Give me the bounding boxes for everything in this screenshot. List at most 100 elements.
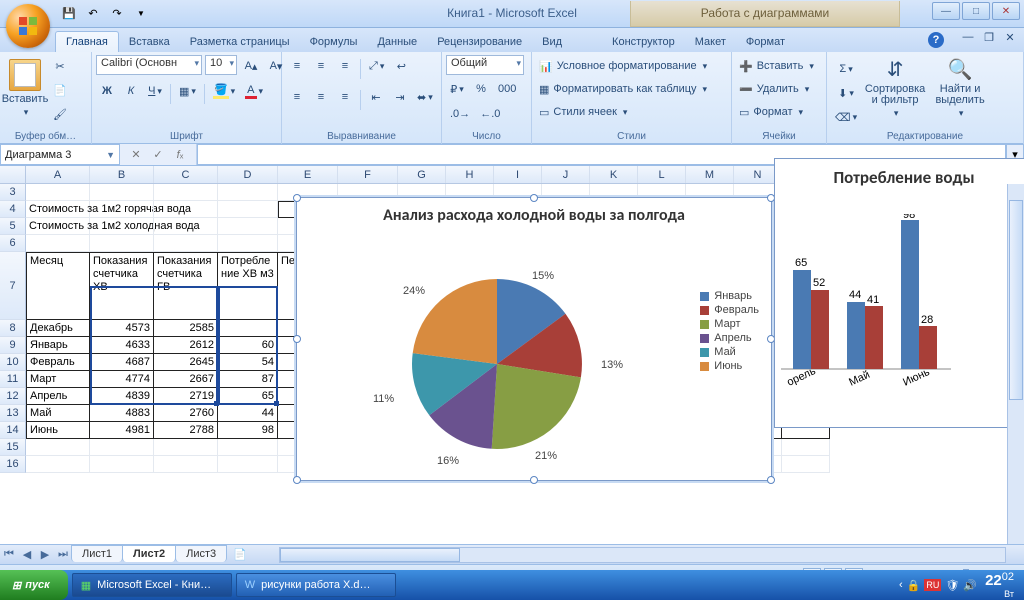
cell[interactable] [218,235,278,252]
cell[interactable]: 60 [218,337,278,354]
delete-cells-button[interactable]: ➖Удалить▾ [736,78,812,100]
cell[interactable]: Стоимость за 1м2 холодная вода [26,218,90,235]
column-header[interactable]: H [446,166,494,183]
mdi-restore-icon[interactable]: ❐ [981,31,997,47]
border-button[interactable]: ▦▾ [175,80,200,102]
cell[interactable]: 65 [218,388,278,405]
cell[interactable]: 4687 [90,354,154,371]
row-header[interactable]: 5 [0,218,26,235]
save-icon[interactable]: 💾 [58,3,80,25]
row-header[interactable]: 14 [0,422,26,439]
cell[interactable] [154,456,218,473]
sheet-nav-next-icon[interactable]: ▶ [36,548,54,561]
system-tray[interactable]: ‹ 🔒 RU 🛡 🔊 2202Вт [893,571,1024,600]
minimize-button[interactable]: — [932,2,960,20]
number-format-select[interactable]: Общий [446,55,524,75]
column-header[interactable]: L [638,166,686,183]
align-top-button[interactable]: ≡ [286,55,308,77]
decrease-decimal-button[interactable]: ←.0 [476,103,504,125]
qat-customize-icon[interactable]: ▼ [130,3,152,25]
cell[interactable]: 4573 [90,320,154,337]
cell[interactable] [90,439,154,456]
vertical-scrollbar[interactable] [1007,184,1024,544]
tab-page-layout[interactable]: Разметка страницы [180,32,300,52]
merge-button[interactable]: ⬌▾ [413,86,437,108]
tab-chart-format[interactable]: Формат [736,32,795,52]
cell[interactable]: 54 [218,354,278,371]
column-header[interactable]: C [154,166,218,183]
bar-chart-plot[interactable]: 65 52 44 41 98 28 орель Май Июнь [781,214,961,394]
find-select-button[interactable]: 🔍 Найти и выделить▾ [929,55,991,121]
cell[interactable]: 2788 [154,422,218,439]
row-header[interactable]: 8 [0,320,26,337]
tab-view[interactable]: Вид [532,32,572,52]
tab-chart-design[interactable]: Конструктор [602,32,685,52]
redo-icon[interactable]: ↷ [106,3,128,25]
tray-icon[interactable]: 🔊 [963,579,977,592]
cell[interactable]: Май [26,405,90,422]
align-right-button[interactable]: ≡ [334,86,356,108]
cell[interactable]: Показания счетчика ХВ [90,252,154,320]
pie-chart[interactable]: Анализ расхода холодной воды за полгода … [296,197,772,481]
cell[interactable] [154,439,218,456]
tray-lang-icon[interactable]: RU [924,579,941,591]
cell[interactable]: Декабрь [26,320,90,337]
row-header[interactable]: 16 [0,456,26,473]
column-header[interactable]: F [338,166,398,183]
cell[interactable]: 2645 [154,354,218,371]
cell[interactable]: Февраль [26,354,90,371]
help-icon[interactable]: ? [928,32,944,48]
start-button[interactable]: ⊞пуск [0,570,68,600]
align-bottom-button[interactable]: ≡ [334,55,356,77]
row-header[interactable]: 6 [0,235,26,252]
cell[interactable]: 2760 [154,405,218,422]
worksheet-grid[interactable]: ABCDEFGHIJKLMNO 34Стоимость за 1м2 горяч… [0,166,1024,544]
tab-review[interactable]: Рецензирование [427,32,532,52]
mdi-minimize-icon[interactable]: — [960,31,976,47]
sheet-tab[interactable]: Лист3 [175,545,227,562]
new-sheet-icon[interactable]: 📄 [231,548,249,561]
horizontal-scrollbar[interactable] [279,547,1006,563]
cell[interactable]: 2719 [154,388,218,405]
fill-color-button[interactable]: 🪣▾ [209,80,239,102]
fx-icon[interactable]: fₓ [170,149,190,161]
cell[interactable] [26,235,90,252]
bar-chart-title[interactable]: Потребление воды [775,159,1024,196]
cell[interactable] [90,235,154,252]
cell[interactable]: 98 [218,422,278,439]
tab-chart-layout[interactable]: Макет [685,32,736,52]
conditional-formatting-button[interactable]: 📊Условное форматирование▾ [536,55,710,77]
row-header[interactable]: 12 [0,388,26,405]
cell[interactable]: Январь [26,337,90,354]
increase-indent-button[interactable]: ⇥ [389,86,411,108]
cancel-formula-icon[interactable]: ✕ [126,148,146,161]
insert-cells-button[interactable]: ➕Вставить▾ [736,55,817,77]
cell[interactable]: 4883 [90,405,154,422]
tray-icon[interactable]: 🔒 [907,579,921,592]
cell[interactable]: 2612 [154,337,218,354]
row-header[interactable]: 3 [0,184,26,201]
pie-chart-legend[interactable]: Январь Февраль Март Апрель Май Июнь [700,288,759,374]
row-header[interactable]: 15 [0,439,26,456]
sheet-tab[interactable]: Лист1 [71,545,123,562]
row-header[interactable]: 9 [0,337,26,354]
cell[interactable]: Апрель [26,388,90,405]
column-header[interactable]: D [218,166,278,183]
taskbar-clock[interactable]: 2202Вт [981,571,1018,600]
format-cells-button[interactable]: ▭Формат▾ [736,101,806,123]
paste-button[interactable]: Вставить ▾ [4,55,46,121]
cell[interactable] [218,439,278,456]
grow-font-button[interactable]: A▴ [240,55,262,77]
cell[interactable]: 4839 [90,388,154,405]
percent-button[interactable]: % [470,78,492,100]
column-header[interactable]: A [26,166,90,183]
cell[interactable]: Март [26,371,90,388]
cell[interactable] [154,218,218,235]
cell[interactable] [90,456,154,473]
cell[interactable] [782,439,830,456]
format-painter-button[interactable]: 🖌 [49,103,71,125]
taskbar-button-excel[interactable]: ▦Microsoft Excel - Кни… [72,573,232,597]
sheet-tab[interactable]: Лист2 [122,545,176,562]
close-button[interactable]: ✕ [992,2,1020,20]
row-header[interactable]: 11 [0,371,26,388]
